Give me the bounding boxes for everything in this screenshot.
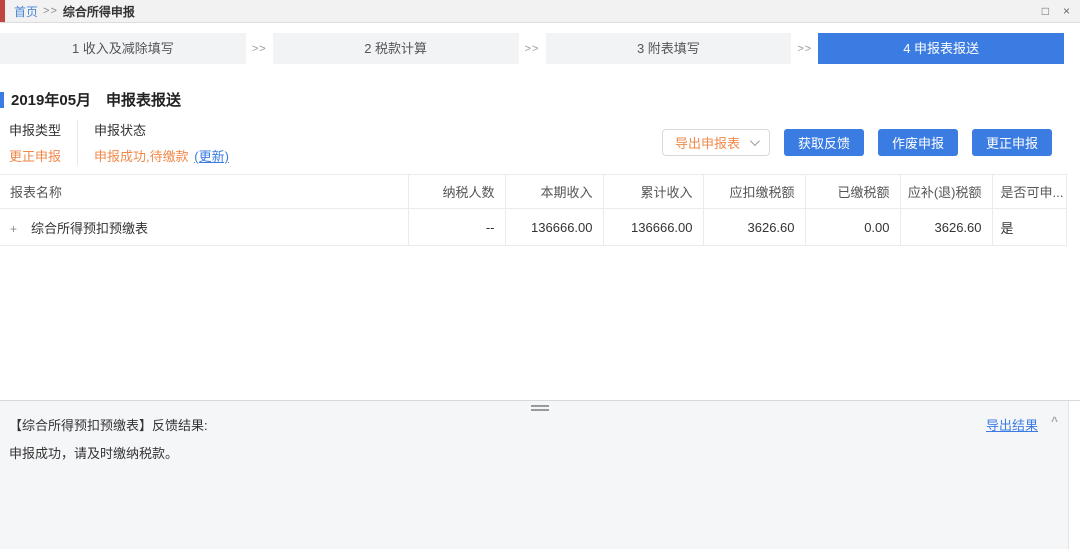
report-table: 报表名称 纳税人数 本期收入 累计收入 应扣缴税额 已缴税额 应补(退)税额 是… (0, 174, 1067, 246)
col-paid-tax: 已缴税额 (804, 174, 900, 209)
cell-report-name: + 综合所得预扣预缴表 (0, 208, 408, 246)
main-content: 2019年05月 申报表报送 申报类型 更正申报 申报状态 申报成功,待缴款 (… (0, 64, 1080, 400)
col-refund-tax: 应补(退)税额 (899, 174, 992, 209)
toolbar: 导出申报表 获取反馈 作废申报 更正申报 (661, 129, 1052, 156)
step-nav: 1 收入及减除填写 >> 2 税款计算 >> 3 附表填写 >> 4 申报表报送 (0, 33, 1064, 64)
maximize-icon[interactable]: □ (1042, 5, 1049, 17)
col-accumulated-income: 累计收入 (602, 174, 703, 209)
expand-row-icon[interactable]: + (10, 222, 17, 236)
table-row[interactable]: + 综合所得预扣预缴表 -- 136666.00 136666.00 3626.6… (0, 208, 1066, 246)
col-current-income: 本期收入 (504, 174, 603, 209)
status-update-link[interactable]: (更新) (194, 149, 229, 164)
cell-withholding-tax: 3626.60 (702, 208, 805, 246)
meta-toolbar-row: 申报类型 更正申报 申报状态 申报成功,待缴款 (更新) 导出申报表 获取反馈 … (0, 120, 1080, 165)
col-declarable: 是否可申... (991, 174, 1066, 209)
report-name-text: 综合所得预扣预缴表 (31, 220, 149, 236)
page-title: 2019年05月 申报表报送 (11, 92, 182, 109)
breadcrumb-bar: 首页 >> 综合所得申报 □ × (0, 0, 1080, 23)
declare-type-value: 更正申报 (9, 149, 62, 164)
cell-accumulated-income: 136666.00 (602, 208, 703, 246)
step-separator: >> (251, 42, 267, 55)
chevron-down-icon (749, 136, 760, 147)
cell-taxpayers: -- (407, 208, 505, 246)
declare-status-block: 申报状态 申报成功,待缴款 (更新) (77, 120, 245, 165)
void-declaration-button[interactable]: 作废申报 (877, 129, 958, 156)
export-report-button[interactable]: 导出申报表 (661, 129, 770, 156)
tab-step-4-submit[interactable]: 4 申报表报送 (818, 33, 1064, 64)
declare-status-value: 申报成功,待缴款 (94, 149, 189, 164)
cell-paid-tax: 0.00 (804, 208, 900, 246)
cell-refund-tax: 3626.60 (899, 208, 992, 246)
tab-step-2-tax-calc[interactable]: 2 税款计算 (272, 33, 519, 64)
title-accent-bar (0, 91, 4, 108)
tab-step-1-income[interactable]: 1 收入及减除填写 (0, 33, 246, 64)
chevron-up-icon[interactable]: ^ (1051, 414, 1058, 428)
declaration-meta: 申报类型 更正申报 申报状态 申报成功,待缴款 (更新) (9, 120, 245, 165)
scrollbar[interactable] (1068, 401, 1080, 549)
tab-step-3-schedules[interactable]: 3 附表填写 (545, 33, 792, 64)
step-separator: >> (524, 42, 540, 55)
feedback-panel: 【综合所得预扣预缴表】反馈结果: 申报成功，请及时缴纳税款。 导出结果 ^ (0, 400, 1080, 549)
cell-current-income: 136666.00 (504, 208, 603, 246)
step-separator: >> (797, 42, 813, 55)
col-taxpayers: 纳税人数 (407, 174, 505, 209)
export-result-link[interactable]: 导出结果 (986, 415, 1038, 434)
table-header-row: 报表名称 纳税人数 本期收入 累计收入 应扣缴税额 已缴税额 应补(退)税额 是… (0, 174, 1066, 209)
declare-type-block: 申报类型 更正申报 (9, 120, 77, 165)
splitter-handle[interactable] (531, 403, 549, 413)
page-title-row: 2019年05月 申报表报送 (0, 89, 1080, 110)
declare-status-label: 申报状态 (94, 123, 147, 138)
cell-declarable: 是 (991, 208, 1066, 246)
get-feedback-button[interactable]: 获取反馈 (783, 129, 864, 156)
breadcrumb-home-link[interactable]: 首页 (14, 3, 38, 20)
correct-declaration-button[interactable]: 更正申报 (971, 129, 1052, 156)
breadcrumb-current: 综合所得申报 (62, 4, 135, 19)
breadcrumb-separator: >> (43, 5, 58, 17)
close-icon[interactable]: × (1063, 5, 1070, 17)
feedback-message: 申报成功，请及时缴纳税款。 (9, 446, 179, 461)
feedback-title: 【综合所得预扣预缴表】反馈结果: (9, 418, 208, 433)
col-report-name: 报表名称 (0, 174, 408, 209)
export-report-label: 导出申报表 (674, 136, 740, 151)
window-controls: □ × (1042, 0, 1070, 22)
declare-type-label: 申报类型 (9, 123, 62, 138)
window-accent-bar (0, 0, 5, 22)
col-withholding-tax: 应扣缴税额 (702, 174, 805, 209)
